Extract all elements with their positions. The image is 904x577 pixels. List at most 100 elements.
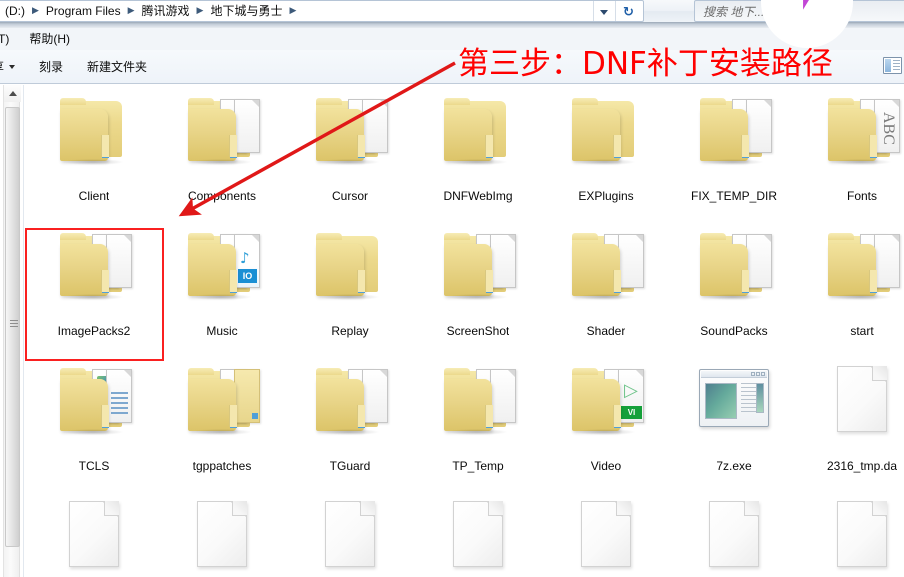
folder-icon xyxy=(60,98,128,165)
file-item-explugins[interactable]: EXPlugins xyxy=(542,79,670,214)
file-item-2316-tmp-da[interactable]: 2316_tmp.da xyxy=(798,349,904,484)
file-item-fonts[interactable]: ABCABC Fonts xyxy=(798,79,904,214)
view-layout-icon[interactable] xyxy=(883,57,902,74)
file-item-unnamed[interactable] xyxy=(414,484,542,577)
file-item-replay[interactable]: Replay xyxy=(286,214,414,349)
file-item-tgppatches[interactable]: tgppatches xyxy=(158,349,286,484)
file-icon xyxy=(837,501,887,567)
search-placeholder: 搜索 地下... xyxy=(703,4,765,19)
file-icon xyxy=(453,501,503,567)
icon-wrap xyxy=(54,498,134,577)
file-item-unnamed[interactable] xyxy=(286,484,414,577)
application-icon xyxy=(699,369,769,427)
file-item-unnamed[interactable] xyxy=(798,484,904,577)
file-item-label: FIX_TEMP_DIR xyxy=(690,189,777,203)
icon-wrap: ♪IO♪IO xyxy=(182,228,262,308)
folder-icon: ♪IO♪IO xyxy=(188,233,260,300)
file-item-label: ScreenShot xyxy=(446,324,510,338)
file-item-label: Fonts xyxy=(846,189,877,203)
share-button[interactable]: 享 xyxy=(0,55,27,79)
refresh-button[interactable]: ↻ xyxy=(615,1,641,21)
annotation-text: 第三步：DNF补丁安装路径 xyxy=(458,46,833,82)
breadcrumb-separator-icon: ▶ xyxy=(289,5,297,15)
file-item-client[interactable]: Client xyxy=(30,79,158,214)
icon-wrap xyxy=(694,93,774,173)
file-item-soundpacks[interactable]: SoundPacks xyxy=(670,214,798,349)
breadcrumb-separator-icon: ▶ xyxy=(127,5,135,15)
file-item-label: Shader xyxy=(586,324,626,338)
folder-icon xyxy=(700,233,772,300)
scrollbar-thumb[interactable] xyxy=(5,107,20,547)
file-item-components[interactable]: Components xyxy=(158,79,286,214)
folder-icon xyxy=(316,233,384,300)
file-item-unnamed[interactable] xyxy=(30,484,158,577)
file-item-start[interactable]: start xyxy=(798,214,904,349)
file-item-7z-exe[interactable]: 7z.exe xyxy=(670,349,798,484)
folder-icon xyxy=(316,98,388,165)
address-dropdown-button[interactable] xyxy=(593,1,613,21)
folder-icon xyxy=(188,98,260,165)
file-item-screenshot[interactable]: ScreenShot xyxy=(414,214,542,349)
breadcrumb-item-tencent-games[interactable]: 腾讯游戏 xyxy=(140,1,192,21)
icon-wrap xyxy=(310,498,390,577)
icon-wrap xyxy=(566,93,646,173)
file-item-shader[interactable]: Shader xyxy=(542,214,670,349)
icon-wrap xyxy=(310,93,390,173)
menu-item-help[interactable]: 帮助(H) xyxy=(19,29,80,49)
icon-wrap xyxy=(438,228,518,308)
file-item-fix-temp-dir[interactable]: FIX_TEMP_DIR xyxy=(670,79,798,214)
icon-wrap xyxy=(438,93,518,173)
icon-wrap xyxy=(822,228,902,308)
breadcrumb[interactable]: (D:) ▶ Program Files ▶ 腾讯游戏 ▶ 地下城与勇士 ▶ ↻ xyxy=(0,0,644,22)
icon-wrap xyxy=(182,93,262,173)
file-item-label: TCLS xyxy=(78,459,110,473)
file-item-tcls[interactable]: TCLS xyxy=(30,349,158,484)
file-item-dnfwebimg[interactable]: DNFWebImg xyxy=(414,79,542,214)
folder-icon xyxy=(828,233,900,300)
file-item-cursor[interactable]: Cursor xyxy=(286,79,414,214)
file-item-label: 2316_tmp.da xyxy=(826,459,898,473)
folder-icon xyxy=(316,368,388,435)
file-item-label: Cursor xyxy=(331,189,368,203)
breadcrumb-separator-icon: ▶ xyxy=(32,5,39,15)
file-item-tp-temp[interactable]: TP_Temp xyxy=(414,349,542,484)
folder-icon xyxy=(572,98,640,165)
folder-icon xyxy=(444,233,516,300)
chevron-down-icon xyxy=(599,9,608,15)
file-item-tguard[interactable]: TGuard xyxy=(286,349,414,484)
file-item-label: 7z.exe xyxy=(716,459,752,473)
folder-icon xyxy=(444,368,516,435)
file-item-label: Replay xyxy=(331,324,369,338)
file-item-label: tgppatches xyxy=(192,459,252,473)
file-item-unnamed[interactable] xyxy=(670,484,798,577)
icon-wrap xyxy=(694,363,774,443)
burn-button[interactable]: 刻录 xyxy=(27,55,75,79)
file-item-label: Video xyxy=(590,459,622,473)
file-item-unnamed[interactable] xyxy=(542,484,670,577)
file-item-label: TGuard xyxy=(329,459,371,473)
folder-icon xyxy=(572,233,644,300)
icon-wrap xyxy=(182,363,262,443)
file-item-label: Music xyxy=(206,324,238,338)
icon-wrap xyxy=(694,228,774,308)
scroll-up-button[interactable] xyxy=(4,85,21,102)
icon-wrap xyxy=(54,363,134,443)
file-item-label: SoundPacks xyxy=(700,324,768,338)
file-icon xyxy=(709,501,759,567)
new-folder-button[interactable]: 新建文件夹 xyxy=(75,55,159,79)
scroll-up-arrow-icon xyxy=(8,91,17,96)
share-button-label: 享 xyxy=(0,55,4,79)
vertical-scrollbar[interactable] xyxy=(3,85,21,577)
menu-item-tools[interactable]: (T) xyxy=(0,29,19,49)
icon-wrap xyxy=(822,498,902,577)
file-item-video[interactable]: ▷VI▷VI Video xyxy=(542,349,670,484)
breadcrumb-item-drive[interactable]: (D:) xyxy=(3,1,27,21)
breadcrumb-item-dnf[interactable]: 地下城与勇士 xyxy=(208,1,284,21)
file-item-unnamed[interactable] xyxy=(158,484,286,577)
file-item-music[interactable]: ♪IO♪IO Music xyxy=(158,214,286,349)
breadcrumb-item-program-files[interactable]: Program Files xyxy=(44,1,123,21)
icon-wrap xyxy=(438,363,518,443)
highlight-rectangle xyxy=(25,228,164,361)
folder-icon: ▷VI▷VI xyxy=(572,368,644,435)
icon-wrap xyxy=(566,228,646,308)
